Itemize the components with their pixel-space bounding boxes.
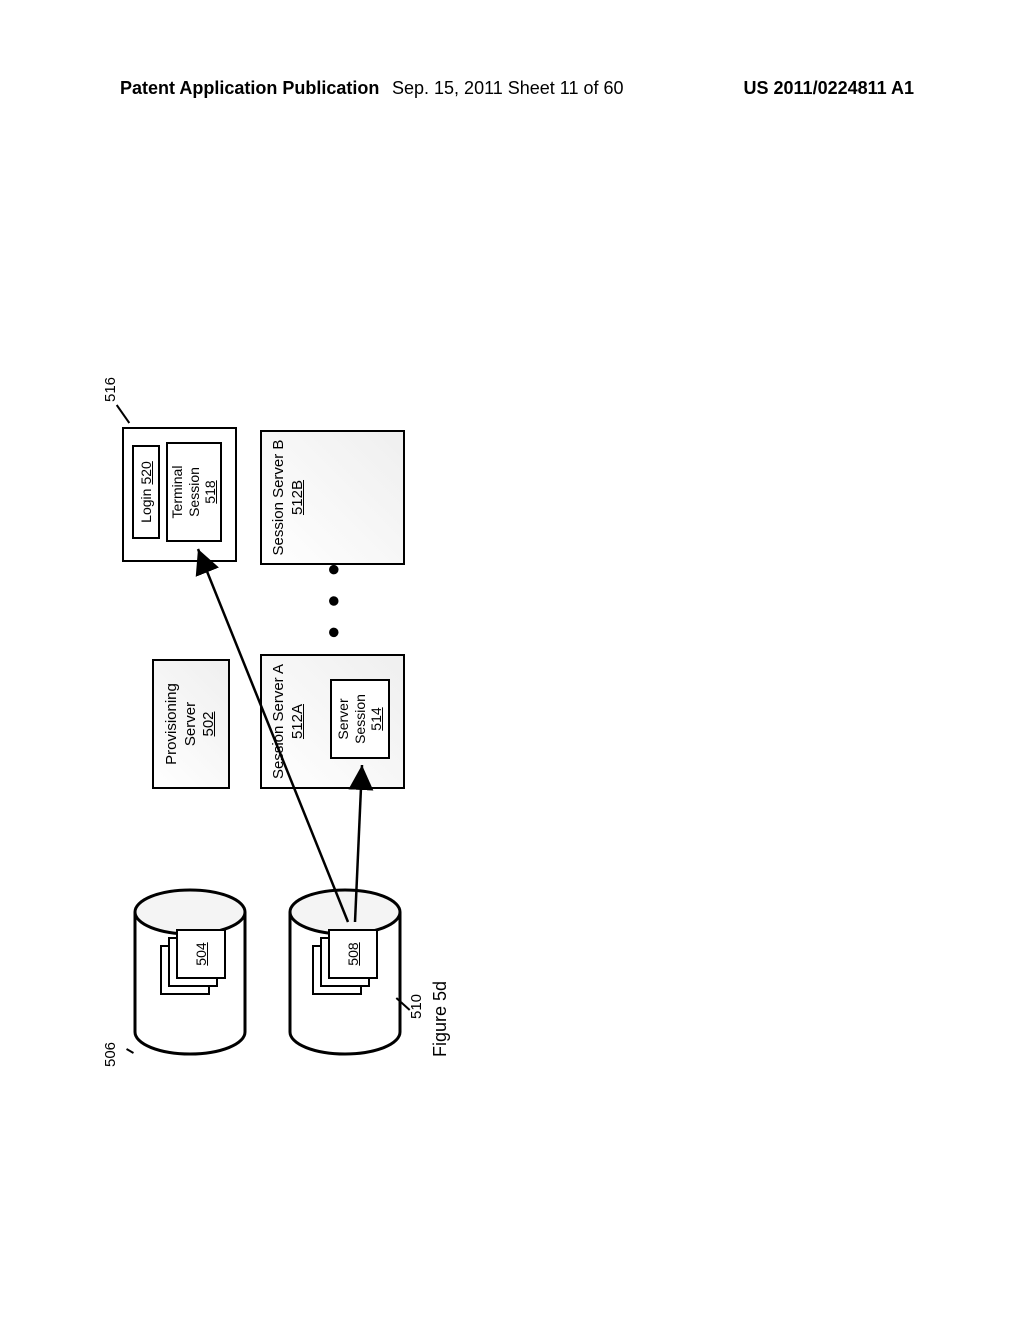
ref-512b: 512B bbox=[289, 480, 308, 515]
terminal-session-box: Terminal Session 518 bbox=[166, 442, 222, 542]
session-server-b-box: Session Server B 512B bbox=[260, 430, 405, 565]
server-session-box: Server Session 514 bbox=[330, 679, 390, 759]
figure-5d: 506 504 510 bbox=[130, 787, 925, 1057]
ref-512a: 512A bbox=[289, 704, 308, 739]
ref-510: 510 bbox=[408, 994, 425, 1019]
leader-516 bbox=[116, 404, 130, 423]
ref-514: 514 bbox=[368, 707, 385, 730]
session-server-a-label: Session Server A bbox=[270, 664, 289, 779]
login-box: Login 520 bbox=[132, 445, 160, 539]
ellipsis: ● ● ● bbox=[320, 557, 346, 639]
login-label: Login bbox=[138, 489, 155, 523]
header-right: US 2011/0224811 A1 bbox=[744, 78, 914, 99]
ref-506: 506 bbox=[102, 1042, 119, 1067]
provisioning-server-box: Provisioning Server 502 bbox=[152, 659, 230, 789]
header-center: Sep. 15, 2011 Sheet 11 of 60 bbox=[392, 78, 624, 99]
header-left: Patent Application Publication bbox=[120, 78, 379, 99]
page: Patent Application Publication Sep. 15, … bbox=[0, 0, 1024, 1320]
ref-502: 502 bbox=[200, 711, 219, 736]
figure-caption: Figure 5d bbox=[430, 981, 451, 1057]
ref-518: 518 bbox=[202, 480, 219, 503]
ref-508: 508 bbox=[345, 942, 361, 965]
ref-520: 520 bbox=[138, 461, 155, 484]
server-session-label: Server Session bbox=[335, 681, 369, 757]
provisioning-server-label: Provisioning Server bbox=[163, 661, 201, 787]
terminal-session-label: Terminal Session bbox=[169, 444, 203, 540]
ref-504: 504 bbox=[193, 942, 209, 965]
session-server-b-label: Session Server B bbox=[270, 440, 289, 556]
ref-516: 516 bbox=[102, 377, 119, 402]
